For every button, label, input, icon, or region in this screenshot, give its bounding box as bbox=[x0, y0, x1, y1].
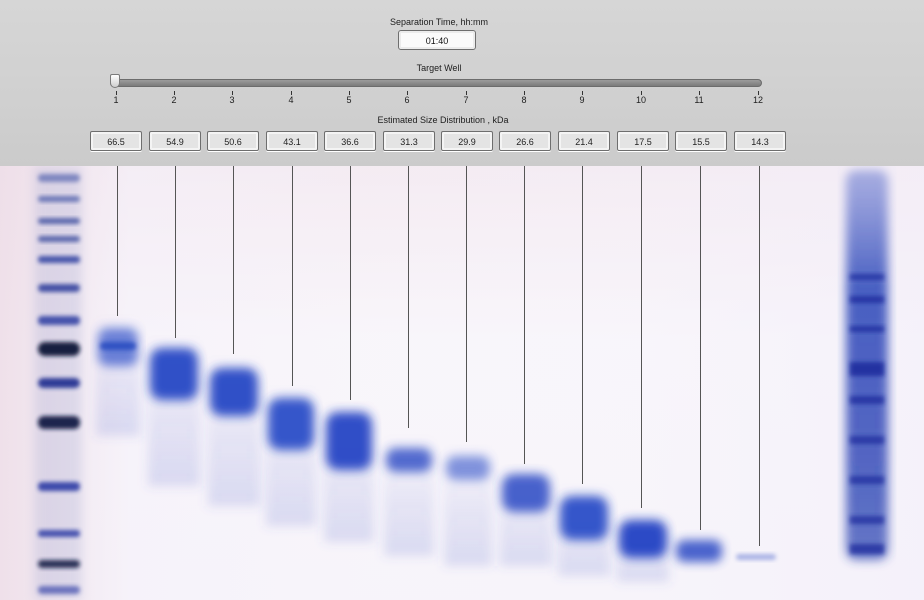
marker-ladder-left bbox=[34, 166, 82, 600]
target-well-slider[interactable] bbox=[110, 79, 762, 87]
slider-tick-label: 2 bbox=[171, 95, 177, 105]
slider-tick-label: 12 bbox=[752, 95, 763, 105]
size-distribution-label: Estimated Size Distribution , kDa bbox=[377, 115, 509, 125]
gel-image bbox=[0, 166, 924, 600]
control-panel: Separation Time, hh:mm 01:40 Target Well… bbox=[0, 0, 924, 167]
slider-tick-label: 9 bbox=[579, 95, 585, 105]
marker-smear-right bbox=[846, 170, 888, 560]
slider-tick-label: 1 bbox=[113, 95, 119, 105]
kda-value-box: 21.4 bbox=[558, 131, 610, 151]
slider-tick-label: 6 bbox=[404, 95, 410, 105]
kda-value-box: 17.5 bbox=[617, 131, 669, 151]
kda-value-box: 54.9 bbox=[149, 131, 201, 151]
kda-value-box: 50.6 bbox=[207, 131, 259, 151]
kda-value-box: 26.6 bbox=[499, 131, 551, 151]
kda-value-box: 66.5 bbox=[90, 131, 142, 151]
slider-tick-label: 10 bbox=[635, 95, 646, 105]
gel-image-svg bbox=[34, 166, 888, 600]
kda-value-box: 29.9 bbox=[441, 131, 493, 151]
target-well-slider-thumb[interactable] bbox=[110, 74, 120, 88]
slider-tick-label: 7 bbox=[463, 95, 469, 105]
kda-value-box: 36.6 bbox=[324, 131, 376, 151]
slider-tick-label: 8 bbox=[521, 95, 527, 105]
slider-tick-label: 3 bbox=[229, 95, 235, 105]
separation-time-label: Separation Time, hh:mm bbox=[389, 17, 489, 27]
separation-time-field[interactable]: 01:40 bbox=[398, 30, 476, 50]
slider-tick-label: 5 bbox=[346, 95, 352, 105]
kda-value-box: 14.3 bbox=[734, 131, 786, 151]
slider-tick-label: 4 bbox=[288, 95, 294, 105]
kda-value-box: 43.1 bbox=[266, 131, 318, 151]
kda-value-box: 31.3 bbox=[383, 131, 435, 151]
kda-value-box: 15.5 bbox=[675, 131, 727, 151]
target-well-label: Target Well bbox=[416, 63, 462, 73]
slider-tick-label: 11 bbox=[694, 95, 704, 105]
sample-lanes bbox=[96, 316, 776, 582]
